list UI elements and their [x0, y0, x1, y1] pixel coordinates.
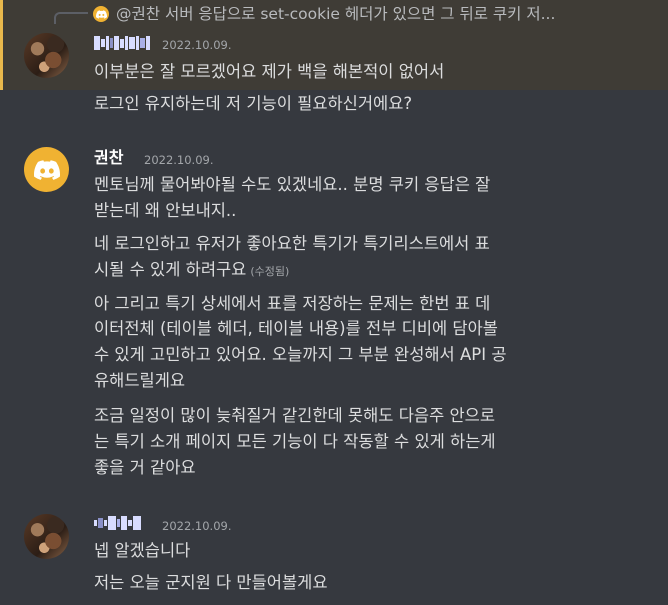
reply-avatar[interactable]	[93, 6, 109, 22]
message-text: 는 특기 소개 페이지 모든 기능이 다 작동할 수 있게 하는게	[94, 432, 496, 451]
message-text: 저는 오늘 군지원 다 만들어볼게요	[94, 573, 328, 592]
message-text: 멘토님께 물어봐야될 수도 있겠네요.. 분명 쿠키 응답은 잘	[94, 175, 491, 194]
edited-label: (수정됨)	[250, 265, 290, 278]
username-pixelated[interactable]	[94, 514, 141, 532]
message-text: 이터전체 (테이블 헤더, 테이블 내용)를 전부 디비에 담아볼	[94, 319, 498, 338]
discord-logo-icon	[95, 9, 107, 19]
message-text: 조금 일정이 많이 늦춰질거 같긴한데 못해도 다음주 안으로	[94, 406, 496, 425]
discord-logo-icon	[33, 159, 60, 180]
message-timestamp[interactable]: 2022.10.09.	[162, 35, 232, 55]
avatar[interactable]	[24, 147, 69, 192]
reply-spine	[54, 12, 88, 24]
message-text: 유해드릴게요	[94, 371, 186, 390]
message-text: 넵 알겠습니다	[94, 541, 191, 560]
avatar[interactable]	[24, 33, 69, 78]
message-timestamp[interactable]: 2022.10.09.	[144, 150, 214, 170]
message-text-fragment: 시될 수 있게 하려구요	[94, 260, 247, 279]
message-text: 수 있게 고민하고 있어요. 오늘까지 그 부분 완성해서 API 공	[94, 345, 507, 364]
message-text: 받는데 왜 안보내지..	[94, 201, 237, 220]
reply-preview[interactable]: @권찬 서버 응답으로 set-cookie 헤더가 있으면 그 뒤로 쿠키 저…	[116, 4, 662, 24]
message-text: 아 그리고 특기 상세에서 표를 저장하는 문제는 한번 표 데	[94, 294, 491, 313]
message-text: 시될 수 있게 하려구요 (수정됨)	[94, 259, 644, 283]
message-text: 네 로그인하고 유저가 좋아요한 특기가 특기리스트에서 표	[94, 234, 490, 253]
message-timestamp[interactable]: 2022.10.09.	[162, 516, 232, 536]
message-text: 이부분은 잘 모르겠어요 제가 백을 해본적이 없어서	[94, 62, 445, 81]
message-text: 로그인 유지하는데 저 기능이 필요하신거에요?	[94, 94, 413, 113]
username-pixelated[interactable]	[94, 34, 150, 52]
message-text: 좋을 거 같아요	[94, 458, 196, 477]
username[interactable]: 권찬	[94, 148, 123, 168]
avatar[interactable]	[24, 514, 69, 559]
